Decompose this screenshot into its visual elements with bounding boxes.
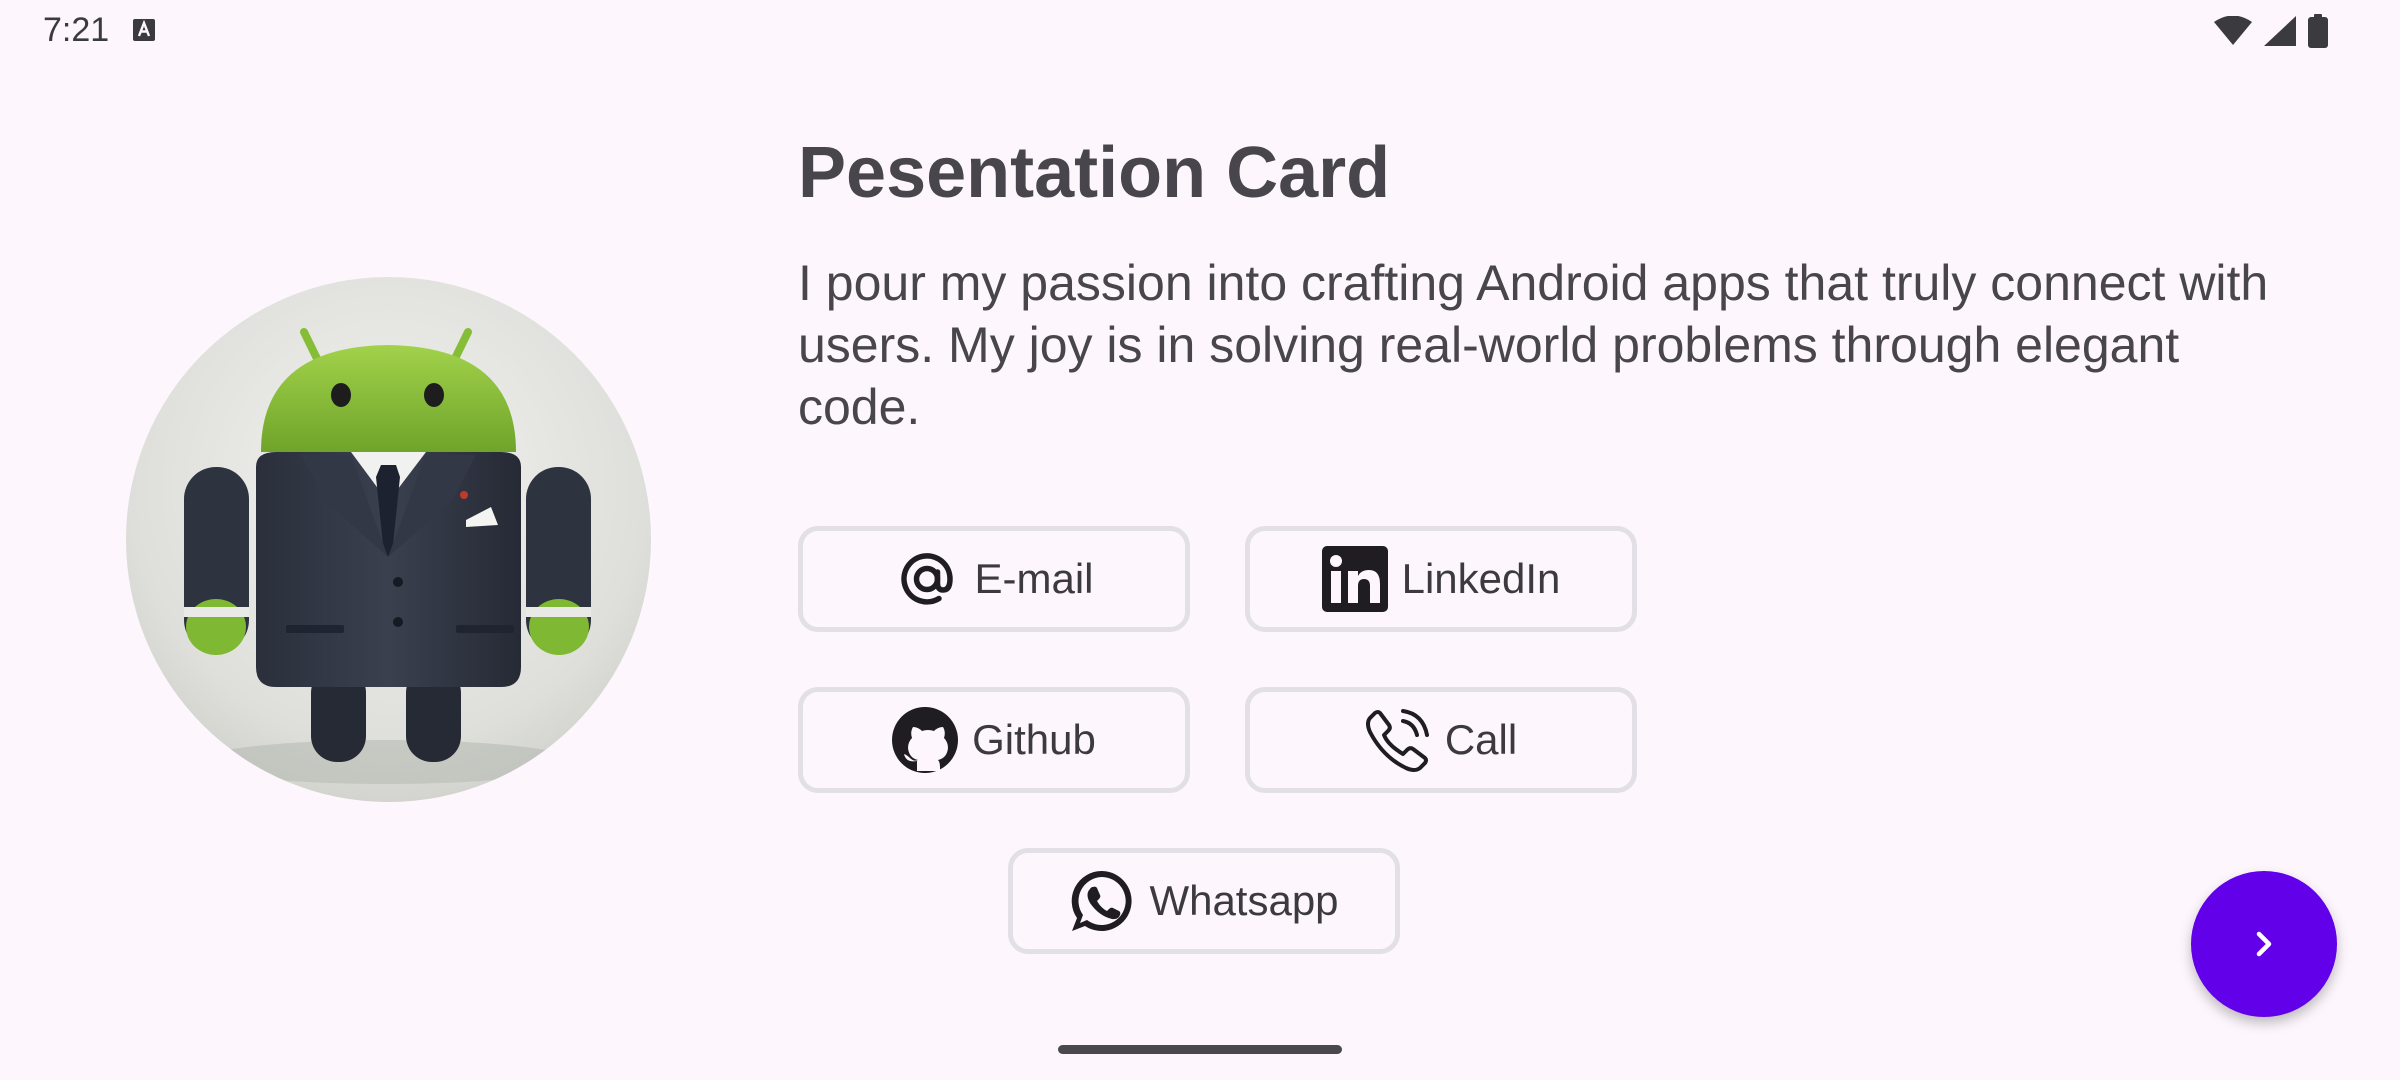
battery-icon bbox=[2308, 14, 2328, 48]
linkedin-button-label: LinkedIn bbox=[1401, 555, 1561, 602]
signal-icon bbox=[2264, 16, 2296, 46]
app-screen: 7:21 Pesentation Card I pour my passion … bbox=[0, 0, 2400, 1080]
status-bar: 7:21 bbox=[0, 0, 2400, 62]
call-button-label: Call bbox=[1444, 716, 1518, 763]
wifi-icon bbox=[2214, 16, 2252, 45]
android-in-suit-avatar-icon bbox=[126, 277, 651, 802]
linkedin-icon bbox=[1321, 546, 1388, 612]
next-fab-button[interactable] bbox=[2191, 871, 2337, 1017]
phone-icon bbox=[1365, 709, 1429, 772]
profile-avatar bbox=[126, 277, 651, 802]
email-button-label: E-mail bbox=[974, 555, 1094, 602]
status-icons bbox=[2214, 14, 2328, 48]
a-notification-icon bbox=[133, 19, 155, 41]
whatsapp-icon bbox=[1072, 870, 1133, 931]
github-button-label: Github bbox=[972, 716, 1096, 763]
github-button[interactable]: Github bbox=[798, 687, 1190, 793]
github-icon bbox=[892, 707, 959, 773]
status-time: 7:21 bbox=[43, 11, 110, 49]
bio-description: I pour my passion into crafting Android … bbox=[798, 255, 2269, 435]
page-title: Pesentation Card bbox=[798, 133, 1391, 213]
email-button[interactable]: E-mail bbox=[798, 526, 1190, 632]
chevron-right-icon bbox=[2256, 931, 2272, 957]
whatsapp-button[interactable]: Whatsapp bbox=[1008, 848, 1400, 954]
linkedin-button[interactable]: LinkedIn bbox=[1245, 526, 1637, 632]
at-sign-icon bbox=[901, 553, 954, 605]
gesture-nav-handle[interactable] bbox=[1058, 1045, 1342, 1054]
whatsapp-button-label: Whatsapp bbox=[1149, 877, 1339, 924]
call-button[interactable]: Call bbox=[1245, 687, 1637, 793]
